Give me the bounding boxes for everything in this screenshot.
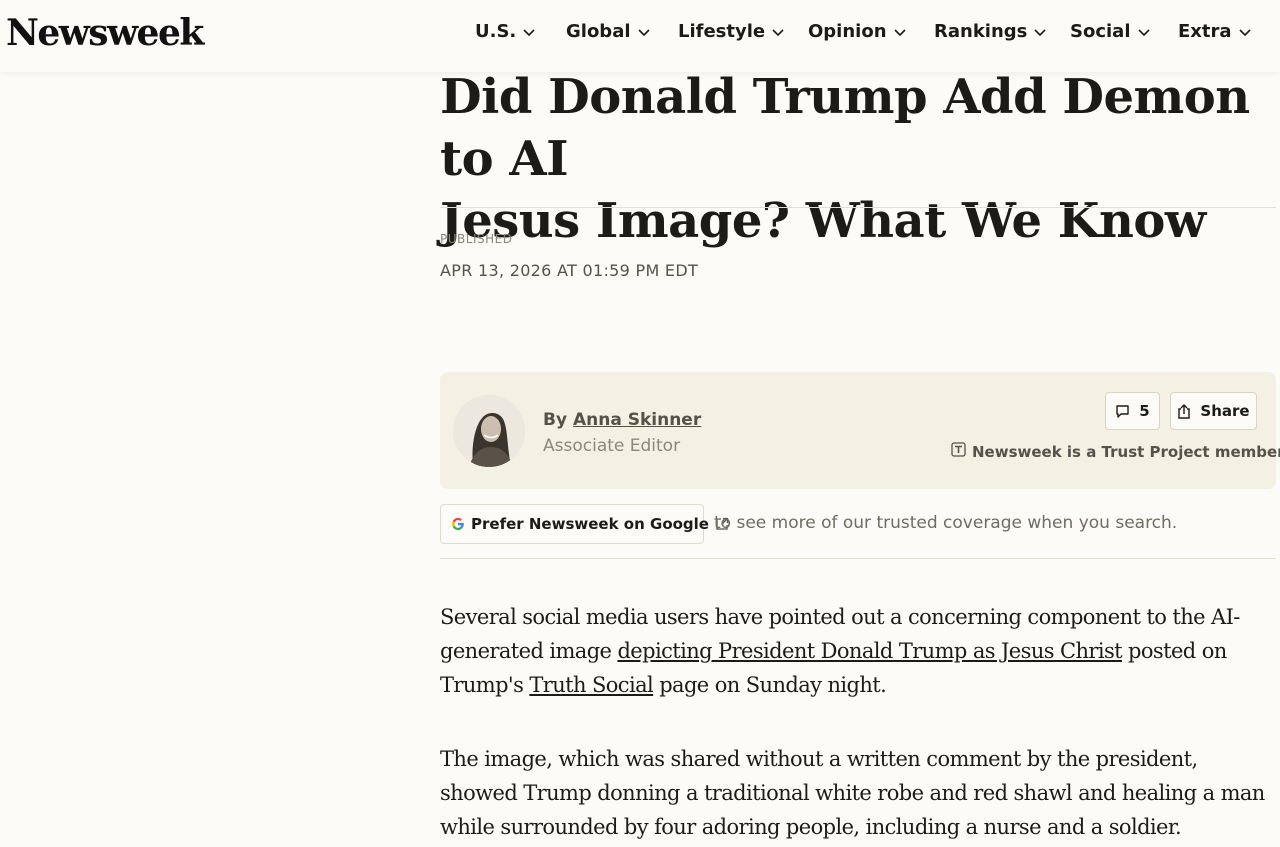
nav-item-global[interactable]: Global [566, 21, 651, 42]
nav-item-extra[interactable]: Extra [1178, 21, 1252, 42]
divider [440, 207, 1276, 208]
nav-item-rankings[interactable]: Rankings [934, 21, 1047, 42]
google-g-icon [451, 517, 465, 531]
nav-item-opinion[interactable]: Opinion [808, 21, 907, 42]
trust-project-text: Newsweek is a Trust Project member [972, 442, 1280, 461]
comments-button[interactable]: 5 [1105, 392, 1160, 430]
inline-link-trump-jesus-image[interactable]: depicting President Donald Trump as Jesu… [617, 639, 1122, 663]
chevron-down-icon [1033, 25, 1047, 39]
nav-item-label: U.S. [475, 21, 517, 42]
chevron-down-icon [1137, 25, 1151, 39]
nav-item-label: Rankings [934, 21, 1028, 42]
nav-item-label: Social [1070, 21, 1131, 42]
author-role: Associate Editor [543, 436, 681, 456]
site-header: Newsweek U.S. Global Lifestyle Opinion R… [0, 0, 1280, 72]
newsweek-logo[interactable]: Newsweek [6, 12, 204, 54]
chevron-down-icon [637, 25, 651, 39]
prefer-on-google-label: Prefer Newsweek on Google [471, 515, 709, 533]
prefer-on-google-description: to see more of our trusted coverage when… [714, 513, 1178, 533]
article-title-line-1: Did Donald Trump Add Demon to AI [440, 69, 1250, 187]
prefer-on-google-button[interactable]: Prefer Newsweek on Google [440, 504, 729, 544]
chevron-down-icon [522, 25, 536, 39]
article-paragraph-2: The image, which was shared without a wr… [440, 747, 1265, 839]
nav-item-label: Extra [1178, 21, 1232, 42]
comment-icon [1115, 404, 1130, 419]
nav-item-lifestyle[interactable]: Lifestyle [678, 21, 785, 42]
author-card: By Anna Skinner Associate Editor 5 Share… [440, 372, 1280, 489]
nav-item-label: Lifestyle [678, 21, 766, 42]
article-title-line-2: Jesus Image? What We Know [440, 193, 1206, 249]
chevron-down-icon [1238, 25, 1252, 39]
divider [440, 558, 1276, 559]
published-date: APR 13, 2026 AT 01:59 PM EDT [440, 261, 699, 280]
article-title: Did Donald Trump Add Demon to AI Jesus I… [440, 66, 1270, 252]
author-avatar[interactable] [453, 395, 525, 467]
article-paragraph-1: Several social media users have pointed … [440, 600, 1280, 702]
share-icon [1177, 403, 1191, 419]
share-button[interactable]: Share [1170, 392, 1257, 430]
published-label: PUBLISHED [440, 232, 513, 246]
paragraph-text: page on Sunday night. [653, 673, 887, 697]
nav-item-social[interactable]: Social [1070, 21, 1151, 42]
inline-link-truth-social[interactable]: Truth Social [529, 673, 653, 697]
share-label: Share [1200, 402, 1250, 420]
nav-item-label: Opinion [808, 21, 887, 42]
nav-item-label: Global [566, 21, 631, 42]
trust-project-icon [951, 442, 966, 461]
author-name-link[interactable]: Anna Skinner [573, 410, 701, 430]
nav-item-us[interactable]: U.S. [475, 21, 536, 42]
byline: By Anna Skinner [543, 410, 701, 430]
chevron-down-icon [771, 25, 785, 39]
comments-count: 5 [1139, 402, 1150, 420]
trust-project-link[interactable]: Newsweek is a Trust Project member [951, 442, 1280, 461]
byline-prefix: By [543, 410, 568, 430]
chevron-down-icon [893, 25, 907, 39]
